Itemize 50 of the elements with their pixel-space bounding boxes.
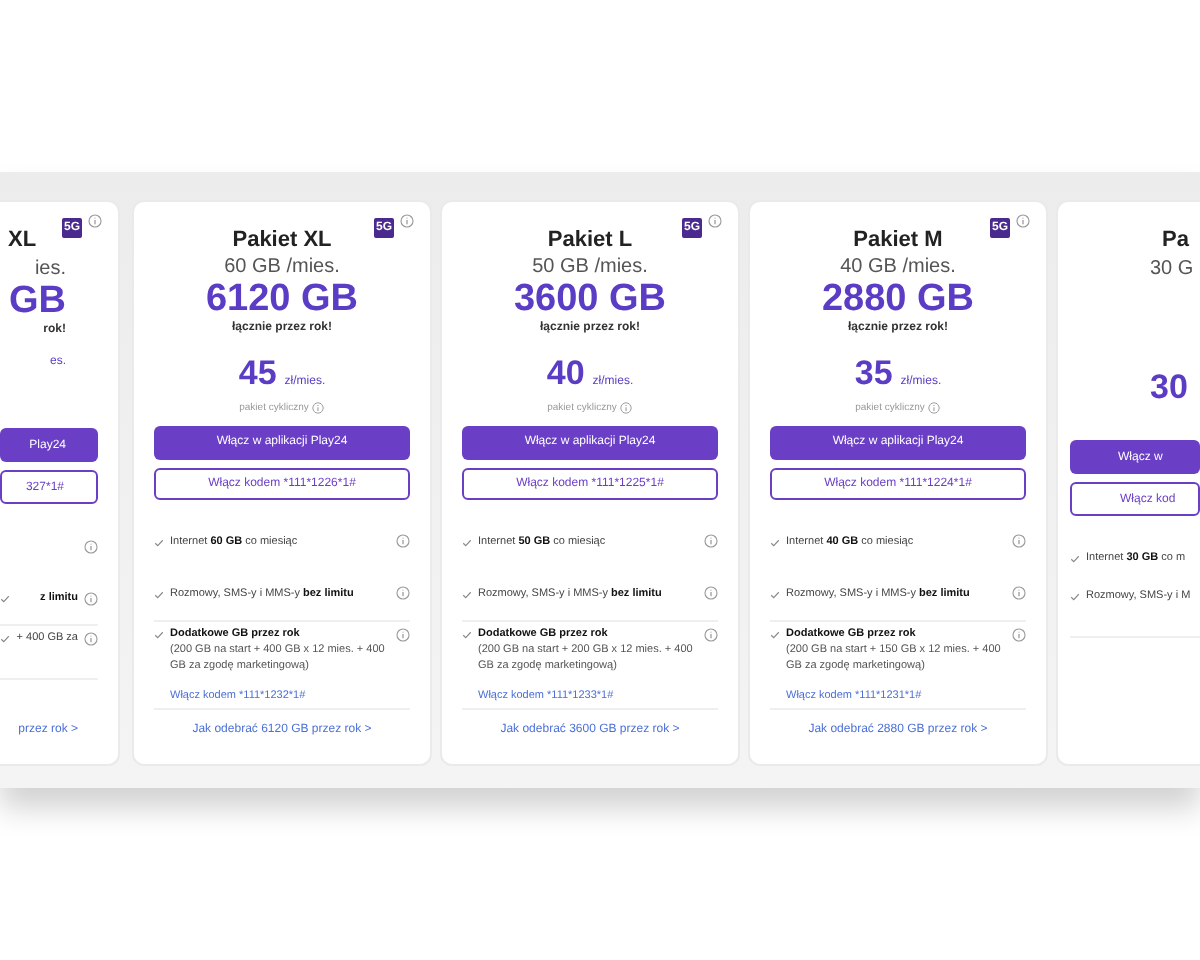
info-icon[interactable] bbox=[312, 402, 325, 415]
info-icon[interactable] bbox=[704, 586, 718, 601]
info-icon[interactable] bbox=[1012, 586, 1026, 601]
monthly-data: 30 G bbox=[1150, 258, 1194, 280]
info-icon[interactable] bbox=[704, 534, 718, 549]
info-icon[interactable] bbox=[400, 214, 414, 228]
total-data: 6120 GB bbox=[205, 278, 359, 321]
price: 40 bbox=[546, 354, 585, 395]
info-icon[interactable] bbox=[396, 627, 410, 642]
check-icon bbox=[0, 594, 10, 604]
check-icon bbox=[462, 537, 472, 548]
total-data: 2880 GB bbox=[821, 278, 975, 321]
price: 30 bbox=[1150, 368, 1188, 408]
monthly-data: 50 GB /mies. bbox=[532, 256, 648, 279]
plan-title: Pa bbox=[1162, 228, 1189, 252]
check-icon bbox=[1070, 592, 1080, 602]
check-icon bbox=[154, 629, 164, 640]
info-icon[interactable] bbox=[708, 214, 722, 228]
price: 35 bbox=[854, 354, 893, 395]
plan-title: Pakiet L bbox=[547, 227, 633, 252]
check-icon bbox=[1070, 554, 1080, 564]
check-icon bbox=[770, 537, 780, 548]
total-data: GB bbox=[9, 280, 66, 323]
info-icon[interactable] bbox=[88, 214, 102, 228]
check-icon bbox=[154, 537, 164, 548]
plan-title: Pakiet M bbox=[853, 227, 943, 252]
info-icon[interactable] bbox=[1016, 214, 1030, 228]
info-icon[interactable] bbox=[396, 534, 410, 549]
info-icon[interactable] bbox=[84, 632, 98, 646]
plan-title: XL bbox=[8, 228, 37, 252]
check-icon bbox=[462, 589, 472, 600]
total-data: 3600 GB bbox=[513, 278, 667, 321]
info-icon[interactable] bbox=[1012, 627, 1026, 642]
check-icon bbox=[462, 629, 472, 640]
price: 45 bbox=[238, 354, 277, 395]
info-icon[interactable] bbox=[84, 539, 98, 553]
check-icon bbox=[770, 629, 780, 640]
monthly-data: 40 GB /mies. bbox=[840, 256, 956, 279]
check-icon bbox=[154, 589, 164, 600]
info-icon[interactable] bbox=[1012, 534, 1026, 549]
info-icon[interactable] bbox=[396, 586, 410, 601]
monthly-data: 60 GB /mies. bbox=[224, 256, 340, 279]
info-icon[interactable] bbox=[928, 402, 941, 415]
info-icon[interactable] bbox=[620, 402, 633, 415]
info-icon[interactable] bbox=[84, 591, 98, 605]
check-icon bbox=[770, 589, 780, 600]
check-icon bbox=[0, 634, 10, 644]
plan-title: Pakiet XL bbox=[232, 227, 332, 252]
monthly-data: ies. bbox=[34, 258, 66, 280]
info-icon[interactable] bbox=[704, 627, 718, 642]
